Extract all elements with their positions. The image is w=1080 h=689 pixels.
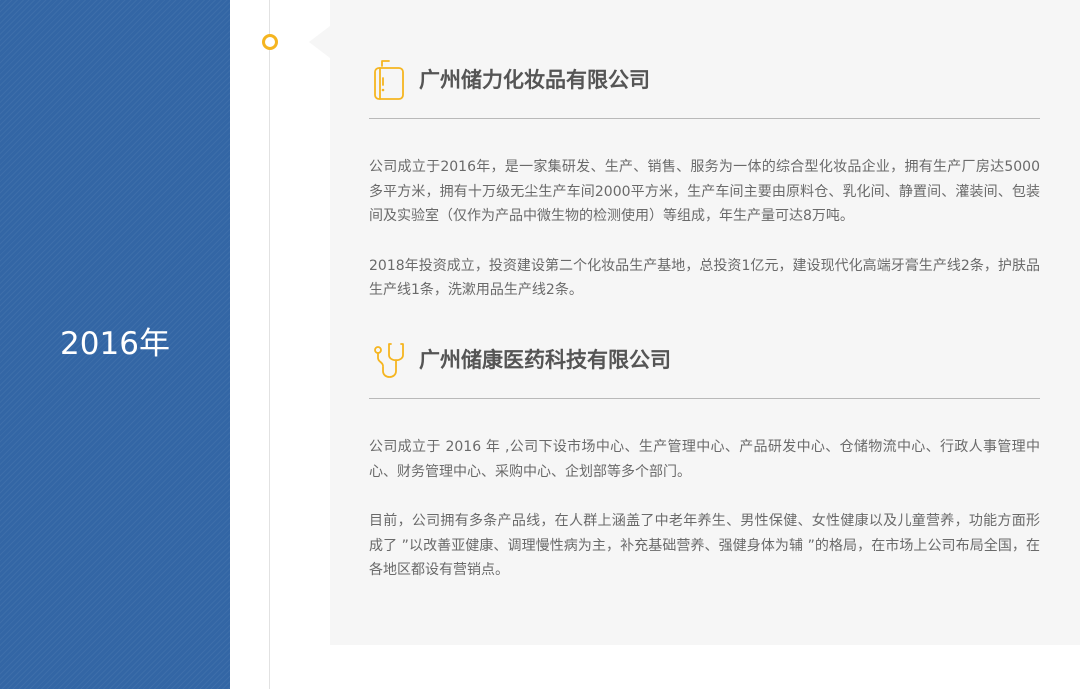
page: 2016年 广州储力化妆品有限公司 公司成立于2016年，是一家集研发、生产、销… <box>0 0 1080 689</box>
company-section-chuli: 广州储力化妆品有限公司 公司成立于2016年，是一家集研发、生产、销售、服务为一… <box>369 58 1040 303</box>
luggage-icon <box>369 58 407 102</box>
company-description: 2018年投资成立，投资建设第二个化妆品生产基地，总投资1亿元，建设现代化高端牙… <box>369 257 1040 299</box>
company-card: 广州储力化妆品有限公司 公司成立于2016年，是一家集研发、生产、销售、服务为一… <box>330 0 1080 645</box>
company-name: 广州储力化妆品有限公司 <box>419 68 650 92</box>
company-section-chukang: 广州储康医药科技有限公司 公司成立于 2016 年 ,公司下设市场中心、生产管理… <box>369 338 1040 583</box>
year-label: 2016年 <box>60 326 170 362</box>
timeline-dot[interactable] <box>262 34 278 50</box>
timeline-line <box>269 0 270 689</box>
stethoscope-icon <box>369 338 407 382</box>
card-pointer <box>309 26 330 58</box>
company-header: 广州储力化妆品有限公司 <box>369 58 1040 119</box>
company-description: 公司成立于2016年，是一家集研发、生产、销售、服务为一体的综合型化妆品企业，拥… <box>369 159 1040 224</box>
company-header: 广州储康医药科技有限公司 <box>369 338 1040 399</box>
company-name: 广州储康医药科技有限公司 <box>419 348 671 372</box>
company-description: 公司成立于 2016 年 ,公司下设市场中心、生产管理中心、产品研发中心、仓储物… <box>369 439 1040 480</box>
year-panel: 2016年 <box>0 0 230 689</box>
company-description: 目前，公司拥有多条产品线，在人群上涵盖了中老年养生、男性保健、女性健康以及儿童营… <box>369 513 1040 578</box>
